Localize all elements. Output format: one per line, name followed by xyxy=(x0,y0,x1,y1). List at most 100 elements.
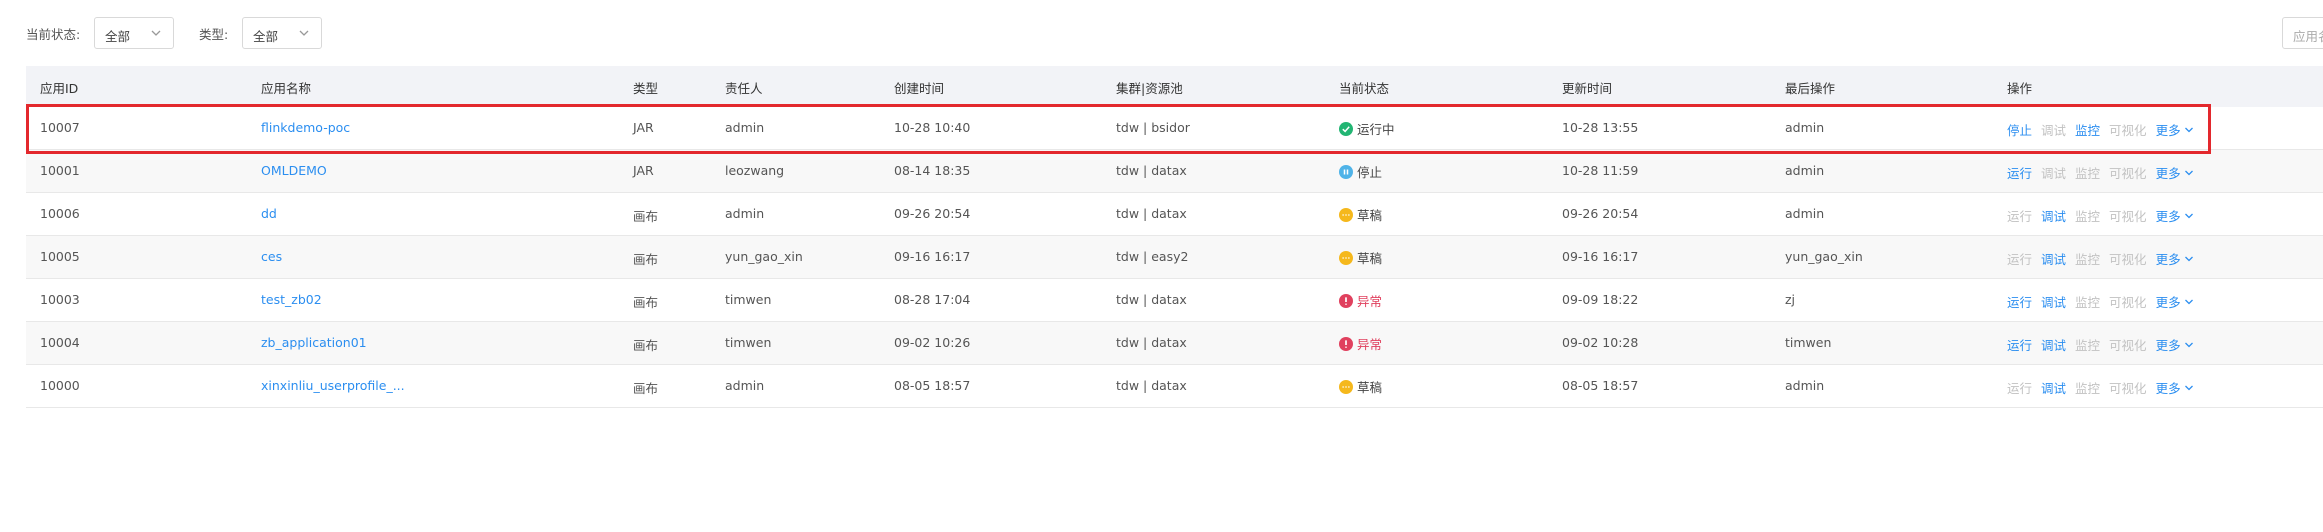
table-row: 10005 ces 画布 yun_gao_xin 09-16 16:17 tdw | ea… xyxy=(26,236,2323,279)
col-cluster-cell: tdw | datax xyxy=(1116,292,1187,307)
status-text: 草稿 xyxy=(1357,208,1383,223)
col-app-id-cell: 10000 xyxy=(40,378,80,393)
run-stop-button[interactable]: 运行 xyxy=(2007,335,2032,354)
status-cell: 草稿 xyxy=(1339,377,1382,396)
col-type-cell: 画布 xyxy=(633,381,659,396)
more-dropdown[interactable]: 更多 xyxy=(2156,163,2194,182)
visualize-button[interactable]: 可视化 xyxy=(2109,163,2147,182)
app-name-search-input[interactable]: 应用名 xyxy=(2282,17,2323,49)
status-filter-label: 当前状态: xyxy=(26,27,81,42)
visualize-button[interactable]: 可视化 xyxy=(2109,292,2147,311)
draft-circle-icon xyxy=(1339,250,1353,265)
more-dropdown[interactable]: 更多 xyxy=(2156,378,2194,397)
status-filter-select[interactable]: 全部 xyxy=(94,17,174,49)
table-row: 10003 test_zb02 画布 timwen 08-28 17:04 tdw | d… xyxy=(26,279,2323,322)
run-stop-button[interactable]: 运行 xyxy=(2007,292,2032,311)
more-dropdown[interactable]: 更多 xyxy=(2156,335,2194,354)
table-header: 应用ID 应用名称 类型 责任人 创建时间 集群|资源池 当前状态 更新时间 最后操作 操作 xyxy=(26,66,2323,107)
monitor-button[interactable]: 监控 xyxy=(2075,378,2100,397)
filter-bar: 当前状态: 全部 类型: 全部 应用名 xyxy=(0,0,2323,66)
monitor-button[interactable]: 监控 xyxy=(2075,292,2100,311)
status-filter-value: 全部 xyxy=(105,29,131,44)
monitor-button[interactable]: 监控 xyxy=(2075,206,2100,225)
col-cluster-cell: tdw | datax xyxy=(1116,163,1187,178)
col-created-cell: 08-28 17:04 xyxy=(894,292,971,307)
col-type-cell: 画布 xyxy=(633,209,659,224)
more-dropdown[interactable]: 更多 xyxy=(2156,249,2194,268)
col-owner-cell: timwen xyxy=(725,292,772,307)
app-name-link[interactable]: xinxinliu_userprofile_... xyxy=(261,378,405,393)
row-actions: 运行 调试 监控 可视化 更多 xyxy=(2007,163,2194,182)
col-last-op-cell: admin xyxy=(1785,163,1825,178)
status-text: 停止 xyxy=(1357,165,1383,180)
chevron-down-icon xyxy=(151,30,161,36)
table-row: 10006 dd 画布 admin 09-26 20:54 tdw | datax 草稿 09… xyxy=(26,193,2323,236)
debug-button[interactable]: 调试 xyxy=(2041,163,2066,182)
app-name-link[interactable]: dd xyxy=(261,206,277,221)
app-name-link[interactable]: ces xyxy=(261,249,282,264)
chevron-down-icon xyxy=(299,30,309,36)
app-name-link[interactable]: zb_application01 xyxy=(261,335,367,350)
status-text: 草稿 xyxy=(1357,380,1383,395)
more-label: 更多 xyxy=(2155,252,2181,267)
app-name-link[interactable]: OMLDEMO xyxy=(261,163,327,178)
debug-button[interactable]: 调试 xyxy=(2041,292,2066,311)
col-owner-cell: admin xyxy=(725,206,765,221)
type-filter-label: 类型: xyxy=(199,27,229,42)
status-cell: 草稿 xyxy=(1339,248,1382,267)
more-dropdown[interactable]: 更多 xyxy=(2156,206,2194,225)
table-row: 10004 zb_application01 画布 timwen 09-02 10:26… xyxy=(26,322,2323,365)
app-name-link[interactable]: test_zb02 xyxy=(261,292,322,307)
col-updated-cell: 09-26 20:54 xyxy=(1562,206,1639,221)
status-cell: 停止 xyxy=(1339,162,1382,181)
more-label: 更多 xyxy=(2155,295,2181,310)
col-app-id-cell: 10004 xyxy=(40,335,80,350)
debug-button[interactable]: 调试 xyxy=(2041,249,2066,268)
chevron-down-icon xyxy=(2184,385,2193,390)
col-created-cell: 09-26 20:54 xyxy=(894,206,971,221)
col-updated-header: 更新时间 xyxy=(1562,81,1613,96)
status-cell: 草稿 xyxy=(1339,205,1382,224)
col-cluster-cell: tdw | datax xyxy=(1116,378,1187,393)
run-stop-button[interactable]: 运行 xyxy=(2007,206,2032,225)
type-filter-value: 全部 xyxy=(253,29,279,44)
run-stop-button[interactable]: 运行 xyxy=(2007,378,2032,397)
col-status-header: 当前状态 xyxy=(1339,81,1390,96)
debug-button[interactable]: 调试 xyxy=(2041,335,2066,354)
visualize-button[interactable]: 可视化 xyxy=(2109,249,2147,268)
more-dropdown[interactable]: 更多 xyxy=(2156,292,2194,311)
col-last-op-cell: timwen xyxy=(1785,335,1832,350)
alert-circle-icon xyxy=(1339,336,1353,351)
table-row: 10000 xinxinliu_userprofile_... 画布 admin 08-… xyxy=(26,365,2323,408)
debug-button[interactable]: 调试 xyxy=(2041,206,2066,225)
highlight-box xyxy=(26,104,2211,154)
more-label: 更多 xyxy=(2155,209,2181,224)
visualize-button[interactable]: 可视化 xyxy=(2109,206,2147,225)
col-owner-cell: leozwang xyxy=(725,163,785,178)
status-cell: 异常 xyxy=(1339,291,1382,310)
visualize-button[interactable]: 可视化 xyxy=(2109,335,2147,354)
chevron-down-icon xyxy=(2184,342,2193,347)
run-stop-button[interactable]: 运行 xyxy=(2007,249,2032,268)
debug-button[interactable]: 调试 xyxy=(2041,378,2066,397)
row-actions: 运行 调试 监控 可视化 更多 xyxy=(2007,292,2194,311)
col-type-cell: 画布 xyxy=(633,295,659,310)
monitor-button[interactable]: 监控 xyxy=(2075,335,2100,354)
col-created-cell: 08-14 18:35 xyxy=(894,163,971,178)
status-text: 异常 xyxy=(1357,294,1383,309)
visualize-button[interactable]: 可视化 xyxy=(2109,378,2147,397)
col-updated-cell: 09-16 16:17 xyxy=(1562,249,1639,264)
run-stop-button[interactable]: 运行 xyxy=(2007,163,2032,182)
monitor-button[interactable]: 监控 xyxy=(2075,249,2100,268)
status-text: 草稿 xyxy=(1357,251,1383,266)
chevron-down-icon xyxy=(2184,256,2193,261)
monitor-button[interactable]: 监控 xyxy=(2075,163,2100,182)
col-cluster-cell: tdw | datax xyxy=(1116,206,1187,221)
chevron-down-icon xyxy=(2184,170,2193,175)
col-type-header: 类型 xyxy=(633,81,659,96)
row-actions: 运行 调试 监控 可视化 更多 xyxy=(2007,378,2194,397)
col-app-id-cell: 10003 xyxy=(40,292,80,307)
draft-circle-icon xyxy=(1339,207,1353,222)
type-filter-select[interactable]: 全部 xyxy=(242,17,322,49)
col-app-id-header: 应用ID xyxy=(40,81,79,96)
